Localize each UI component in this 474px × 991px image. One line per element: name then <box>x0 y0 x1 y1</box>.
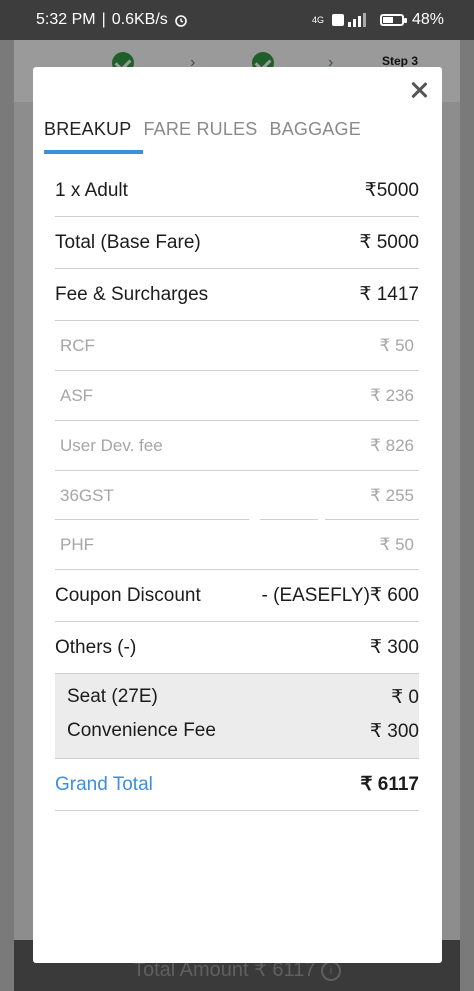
row-seat: Seat (27E) ₹ 0 <box>55 680 419 714</box>
close-icon[interactable] <box>410 81 428 99</box>
row-amount: ₹ 255 <box>370 485 414 505</box>
row-amount: ₹ 0 <box>391 686 419 708</box>
signal-icon <box>331 13 366 27</box>
row-divider <box>55 519 419 520</box>
row-base-fare: Total (Base Fare) ₹ 5000 <box>55 217 419 269</box>
row-asf: ASF ₹ 236 <box>55 371 419 421</box>
row-amount: ₹ 50 <box>379 335 414 355</box>
others-detail-box: Seat (27E) ₹ 0 Convenience Fee ₹ 300 <box>55 674 419 759</box>
modal-tabs: BREAKUP FARE RULES BAGGAGE <box>44 119 361 154</box>
row-amount: ₹ 1417 <box>359 284 419 305</box>
row-amount: ₹ 5000 <box>359 232 419 253</box>
battery-icon <box>379 14 407 26</box>
step-3-label: Step 3 <box>382 54 419 68</box>
row-grand-total: Grand Total ₹ 6117 <box>55 759 419 811</box>
row-label: Grand Total <box>55 773 153 795</box>
row-coupon-discount: Coupon Discount - (EASEFLY)₹ 600 <box>55 570 419 622</box>
row-label: Convenience Fee <box>67 720 216 741</box>
row-label: ASF <box>60 385 94 405</box>
row-rcf: RCF ₹ 50 <box>55 321 419 371</box>
row-amount: ₹5000 <box>364 180 419 201</box>
row-label: 36GST <box>60 485 114 505</box>
row-amount: ₹ 6117 <box>360 774 419 795</box>
row-amount: ₹ 50 <box>379 534 414 554</box>
status-separator: | <box>101 11 106 28</box>
battery-percent: 48% <box>411 11 444 28</box>
status-speed: 0.6KB/s <box>111 11 168 28</box>
row-phf: PHF ₹ 50 <box>55 520 419 570</box>
row-others: Others (-) ₹ 300 <box>55 622 419 674</box>
row-label: User Dev. fee <box>60 435 163 455</box>
row-label: PHF <box>60 534 94 554</box>
row-amount: ₹ 300 <box>369 637 419 658</box>
row-user-dev-fee: User Dev. fee ₹ 826 <box>55 421 419 471</box>
row-label: Others (-) <box>55 636 137 658</box>
status-bar: 5:32 PM | 0.6KB/s 4G 48% <box>0 0 474 40</box>
fare-breakup-modal: BREAKUP FARE RULES BAGGAGE 1 x Adult ₹50… <box>33 67 442 963</box>
status-right: 4G 48% <box>312 11 444 29</box>
row-label: Fee & Surcharges <box>55 283 209 305</box>
tab-breakup[interactable]: BREAKUP <box>44 119 144 154</box>
row-amount: - (EASEFLY)₹ 600 <box>261 585 419 606</box>
row-adult: 1 x Adult ₹5000 <box>55 165 419 217</box>
status-left: 5:32 PM | 0.6KB/s <box>36 11 188 29</box>
row-amount: ₹ 236 <box>370 385 414 405</box>
tab-fare-rules[interactable]: FARE RULES <box>143 119 257 154</box>
row-convenience-fee: Convenience Fee ₹ 300 <box>55 714 419 748</box>
row-fee-surcharges: Fee & Surcharges ₹ 1417 <box>55 269 419 321</box>
row-label: Coupon Discount <box>55 584 201 606</box>
row-amount: ₹ 826 <box>370 435 414 455</box>
row-label: RCF <box>60 335 95 355</box>
row-amount: ₹ 300 <box>369 720 419 742</box>
row-label: Seat (27E) <box>67 686 158 707</box>
row-gst: 36GST ₹ 255 <box>55 471 419 520</box>
row-label: Total (Base Fare) <box>55 231 201 253</box>
row-label: 1 x Adult <box>55 179 128 201</box>
network-type: 4G <box>311 15 324 25</box>
info-icon: i <box>321 960 342 981</box>
alarm-icon <box>174 15 187 27</box>
tab-baggage[interactable]: BAGGAGE <box>269 119 360 154</box>
status-time: 5:32 PM <box>36 11 96 28</box>
fare-breakup-table: 1 x Adult ₹5000 Total (Base Fare) ₹ 5000… <box>55 165 419 811</box>
